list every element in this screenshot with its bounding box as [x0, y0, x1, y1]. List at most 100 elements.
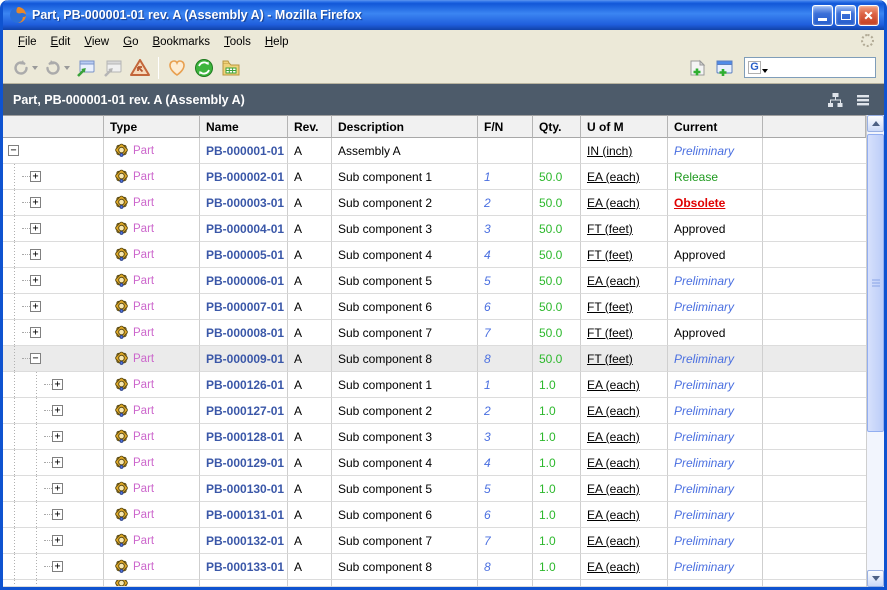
name-link[interactable]: PB-000008-01: [200, 320, 288, 346]
expander-plus-icon[interactable]: +: [52, 431, 63, 442]
open-window-button[interactable]: [73, 55, 99, 81]
uom-link[interactable]: IN (inch): [581, 138, 668, 164]
expander-minus-icon[interactable]: −: [8, 145, 19, 156]
name-link[interactable]: PB-000005-01: [200, 242, 288, 268]
expander-plus-icon[interactable]: +: [30, 249, 41, 260]
name-link[interactable]: PB-000128-01: [200, 424, 288, 450]
expander-plus-icon[interactable]: +: [52, 561, 63, 572]
name-link[interactable]: PB-000126-01: [200, 372, 288, 398]
back-button[interactable]: [9, 55, 40, 81]
menu-item-view[interactable]: View: [77, 33, 116, 51]
search-input[interactable]: [770, 60, 872, 76]
uom-link[interactable]: EA (each): [581, 164, 668, 190]
forward-button[interactable]: [41, 55, 72, 81]
new-window-plus-button[interactable]: [711, 55, 737, 81]
scroll-up-button[interactable]: [867, 115, 884, 132]
scrollbar-thumb[interactable]: [867, 134, 884, 432]
expander-plus-icon[interactable]: +: [52, 379, 63, 390]
filler-cell: [763, 320, 866, 346]
uom-link[interactable]: EA (each): [581, 528, 668, 554]
minimize-button[interactable]: [812, 5, 833, 26]
name-link[interactable]: PB-000002-01: [200, 164, 288, 190]
name-link[interactable]: PB-000009-01: [200, 346, 288, 372]
maximize-button[interactable]: [835, 5, 856, 26]
type-cell: Part: [104, 554, 200, 580]
name-link[interactable]: PB-000132-01: [200, 528, 288, 554]
expander-plus-icon[interactable]: +: [30, 223, 41, 234]
uom-link[interactable]: EA (each): [581, 398, 668, 424]
expander-plus-icon[interactable]: +: [52, 405, 63, 416]
uom-link[interactable]: FT (feet): [581, 320, 668, 346]
menu-item-bookmarks[interactable]: Bookmarks: [145, 33, 217, 51]
open-window-disabled-button[interactable]: [100, 55, 126, 81]
menu-item-help[interactable]: Help: [258, 33, 296, 51]
tree-cell: +: [3, 554, 104, 580]
uom-link[interactable]: EA (each): [581, 190, 668, 216]
type-cell: Part: [104, 242, 200, 268]
new-page-plus-button[interactable]: [684, 55, 710, 81]
uom-link[interactable]: EA (each): [581, 476, 668, 502]
expander-plus-icon[interactable]: +: [52, 457, 63, 468]
menu-item-edit[interactable]: Edit: [44, 33, 78, 51]
expander-plus-icon[interactable]: +: [30, 171, 41, 182]
tree-view-button[interactable]: [824, 90, 846, 110]
name-link[interactable]: PB-000004-01: [200, 216, 288, 242]
expander-plus-icon[interactable]: +: [30, 327, 41, 338]
status-cell: Preliminary: [668, 502, 763, 528]
scrollbar-track[interactable]: [867, 132, 884, 570]
table-row: +PartPB-000131-01ASub component 661.0EA …: [3, 502, 866, 528]
name-link[interactable]: PB-000001-01: [200, 138, 288, 164]
uom-link[interactable]: FT (feet): [581, 242, 668, 268]
uom-link[interactable]: FT (feet): [581, 216, 668, 242]
uom-link[interactable]: EA (each): [581, 372, 668, 398]
search-engine-dropdown-icon[interactable]: [762, 69, 768, 73]
search-engine-icon[interactable]: G: [748, 61, 761, 74]
expander-plus-icon[interactable]: +: [30, 275, 41, 286]
menu-item-go[interactable]: Go: [116, 33, 145, 51]
expander-plus-icon[interactable]: +: [52, 509, 63, 520]
expander-minus-icon[interactable]: −: [30, 353, 41, 364]
sync-globe-button[interactable]: [191, 55, 217, 81]
description-cell: Sub component 3: [332, 424, 478, 450]
uom-link[interactable]: EA (each): [581, 268, 668, 294]
name-link[interactable]: PB-000133-01: [200, 554, 288, 580]
name-link[interactable]: PB-000131-01: [200, 502, 288, 528]
uom-link[interactable]: EA (each): [581, 502, 668, 528]
status-cell: Preliminary: [668, 424, 763, 450]
description-cell: Sub component 5: [332, 476, 478, 502]
name-link[interactable]: PB-000007-01: [200, 294, 288, 320]
filler-cell: [763, 502, 866, 528]
expander-plus-icon[interactable]: +: [52, 535, 63, 546]
expander-plus-icon[interactable]: +: [30, 301, 41, 312]
scroll-down-button[interactable]: [867, 570, 884, 587]
expander-plus-icon[interactable]: +: [30, 197, 41, 208]
expander-plus-icon[interactable]: +: [52, 483, 63, 494]
fn-cell: 6: [478, 502, 533, 528]
type-label: Part: [133, 431, 154, 443]
tree-cell: +: [3, 476, 104, 502]
uom-link[interactable]: FT (feet): [581, 346, 668, 372]
heart-bookmark-button[interactable]: [164, 55, 190, 81]
status-cell: Preliminary: [668, 450, 763, 476]
name-link[interactable]: PB-000003-01: [200, 190, 288, 216]
menu-item-file[interactable]: File: [11, 33, 44, 51]
name-link[interactable]: PB-000130-01: [200, 476, 288, 502]
name-link[interactable]: PB-000006-01: [200, 268, 288, 294]
close-button[interactable]: [858, 5, 879, 26]
fn-cell: 6: [478, 294, 533, 320]
qty-cell: 1.0: [533, 398, 581, 424]
uom-link[interactable]: FT (feet): [581, 294, 668, 320]
name-link[interactable]: PB-000127-01: [200, 398, 288, 424]
partial-cell: [478, 580, 533, 587]
uom-link[interactable]: EA (each): [581, 554, 668, 580]
table-row: +PartPB-000004-01ASub component 3350.0FT…: [3, 216, 866, 242]
menu-items: FileEditViewGoBookmarksToolsHelp: [11, 32, 296, 51]
uom-link[interactable]: EA (each): [581, 424, 668, 450]
menu-item-tools[interactable]: Tools: [217, 33, 258, 51]
bookmarks-folder-button[interactable]: [218, 55, 244, 81]
name-link[interactable]: PB-000129-01: [200, 450, 288, 476]
rev-cell: A: [288, 138, 332, 164]
home-triangle-button[interactable]: [127, 55, 153, 81]
list-view-button[interactable]: [852, 90, 874, 110]
uom-link[interactable]: EA (each): [581, 450, 668, 476]
